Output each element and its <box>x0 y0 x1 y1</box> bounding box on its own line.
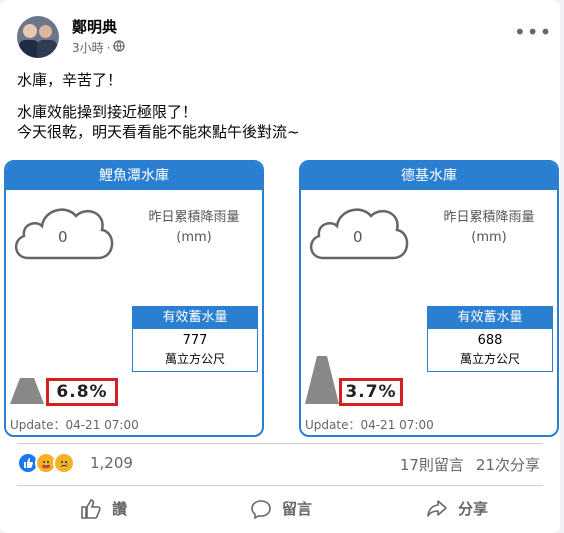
share-label: 分享 <box>458 500 489 518</box>
rain-label: 昨日累積降雨量 <box>443 210 535 225</box>
thumbs-up-icon <box>81 498 101 519</box>
reservoir-panel-1[interactable]: 鯉魚潭水庫 0 昨日累積降雨量 (mm) 有效蓄水量 777 萬立方公尺 6.8… <box>4 160 264 437</box>
share-icon <box>427 499 447 517</box>
like-button[interactable]: 讚 <box>80 498 127 519</box>
comment-button[interactable]: 留言 <box>250 498 312 519</box>
comment-count[interactable]: 17則留言 <box>400 454 464 475</box>
like-label: 讚 <box>112 500 128 518</box>
comment-icon <box>251 499 271 519</box>
rain-value: 0 <box>58 228 68 246</box>
reaction-count[interactable]: 1,209 <box>90 454 133 472</box>
rain-label: 昨日累積降雨量 <box>148 210 240 225</box>
storage-label: 有效蓄水量 <box>428 307 552 329</box>
divider <box>17 485 543 486</box>
share-button[interactable]: 分享 <box>426 498 488 519</box>
rain-unit: (mm) <box>176 230 212 245</box>
rain-label-block: 昨日累積降雨量 (mm) <box>134 208 254 248</box>
water-level-icon <box>305 356 339 410</box>
storage-box: 有效蓄水量 688 萬立方公尺 <box>427 306 553 372</box>
cloud-icon: 0 <box>305 196 415 270</box>
update-time: Update：04-21 07:00 <box>305 418 434 432</box>
more-icon[interactable]: ••• <box>514 22 552 42</box>
post-line-1: 水庫，辛苦了！ <box>17 71 123 89</box>
rain-label-block: 昨日累積降雨量 (mm) <box>429 208 549 248</box>
storage-label: 有效蓄水量 <box>133 307 257 329</box>
post-line-3: 今天很乾，明天看看能不能來點午後對流~ <box>17 123 300 141</box>
reaction-icons[interactable] <box>17 452 75 474</box>
panel-title: 鯉魚潭水庫 <box>6 162 262 190</box>
water-level-icon <box>10 354 44 408</box>
author-name[interactable]: 鄭明典 <box>72 16 117 37</box>
reservoir-panel-2[interactable]: 德基水庫 0 昨日累積降雨量 (mm) 有效蓄水量 688 萬立方公尺 3.7%… <box>299 160 559 437</box>
globe-icon[interactable] <box>113 40 126 55</box>
storage-percent: 6.8% <box>46 378 118 406</box>
rain-unit: (mm) <box>471 230 507 245</box>
cloud-icon: 0 <box>10 196 120 270</box>
storage-value: 688 <box>477 333 503 348</box>
post-meta: 3小時 · <box>72 39 126 56</box>
post-stats: 17則留言 21次分享 <box>400 454 540 475</box>
storage-value: 777 <box>182 333 208 348</box>
post-card: 鄭明典 3小時 · ••• 水庫，辛苦了！ 水庫效能操到接近極限了！ 今天很乾，… <box>0 0 560 533</box>
comment-label: 留言 <box>282 500 313 518</box>
sad-reaction-icon <box>53 452 75 474</box>
storage-unit: 萬立方公尺 <box>164 352 225 366</box>
storage-percent: 3.7% <box>339 378 403 406</box>
divider <box>17 443 543 444</box>
share-count[interactable]: 21次分享 <box>476 454 540 475</box>
avatar[interactable] <box>17 16 59 58</box>
update-time: Update：04-21 07:00 <box>10 418 139 432</box>
panel-title: 德基水庫 <box>301 162 557 190</box>
post-time[interactable]: 3小時 <box>72 39 104 56</box>
meta-dot: · <box>106 40 111 55</box>
storage-box: 有效蓄水量 777 萬立方公尺 <box>132 306 258 372</box>
post-line-2: 水庫效能操到接近極限了！ <box>17 103 198 121</box>
storage-unit: 萬立方公尺 <box>459 352 520 366</box>
rain-value: 0 <box>353 228 363 246</box>
